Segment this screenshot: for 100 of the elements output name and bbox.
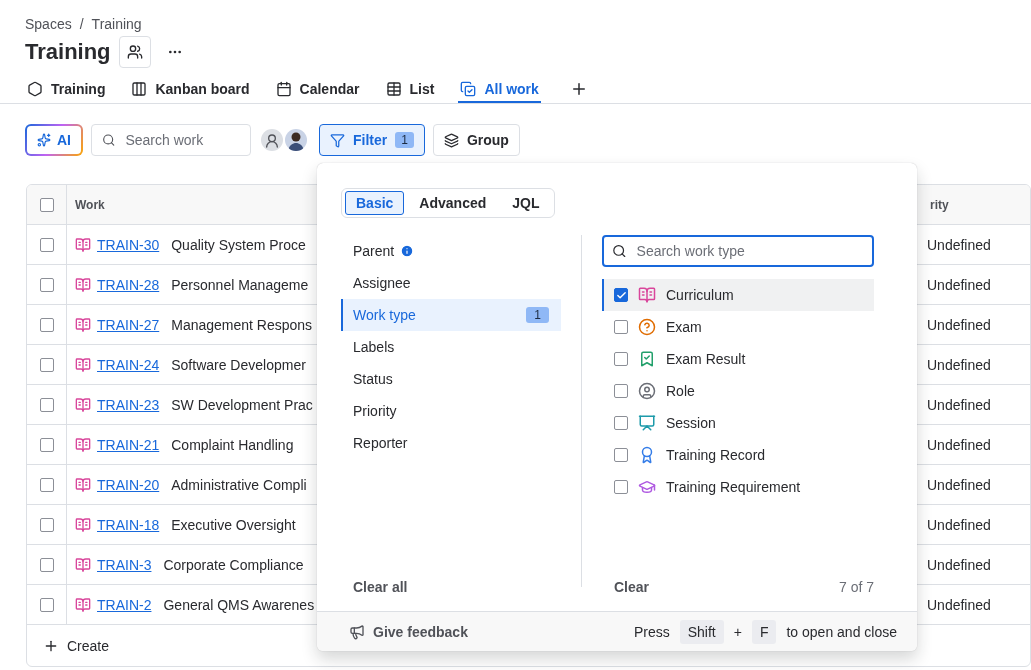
question-icon [638,318,656,336]
checkbox[interactable] [614,288,628,302]
checkbox[interactable] [39,397,54,412]
mode-tab[interactable]: Basic [345,191,405,215]
priority-cell-text: Undefined [926,476,991,493]
view-tab[interactable]: List [383,76,437,103]
work-key-link[interactable]: TRAIN-18 [97,516,160,533]
work-key-link[interactable]: TRAIN-28 [97,276,160,293]
priority-cell-text: Undefined [926,356,991,373]
bookmark-icon [638,350,656,368]
filter-field-item[interactable]: Work type 1 [341,299,561,331]
book-icon [75,476,91,493]
book-icon [75,436,91,453]
work-key-link[interactable]: TRAIN-23 [97,396,160,413]
view-tab[interactable]: Kanban board [129,76,252,103]
work-type-search-field[interactable]: Search work type [634,242,864,260]
filter-field-item[interactable]: Priority [341,395,561,427]
work-type-option[interactable]: Session [602,407,874,439]
create-button[interactable]: Create [27,625,126,666]
user-circle-icon [638,382,656,400]
clear-all-button[interactable]: Clear all [341,575,420,599]
presentation-icon [638,414,656,432]
checkbox[interactable] [39,477,54,492]
checkbox[interactable] [39,317,54,332]
filter-field-item[interactable]: Reporter [341,427,561,459]
ai-button[interactable]: AI [25,124,83,156]
column-header[interactable]: rity [920,197,949,212]
filter-field-item[interactable]: Status [341,363,561,395]
page-title: Training [25,39,111,65]
view-tab[interactable]: All work [458,76,541,103]
group-button[interactable]: Group [432,124,520,156]
clear-button[interactable]: Clear [602,575,662,599]
filter-field-item[interactable]: Parent [341,235,561,267]
work-type-option[interactable]: Curriculum [602,279,874,311]
work-summary: SW Development Prac [171,396,313,413]
work-key-link[interactable]: TRAIN-24 [97,356,160,373]
checkbox[interactable] [614,352,628,366]
breadcrumb-separator: / [79,15,84,33]
work-summary: Complaint Handling [171,436,294,453]
checkbox[interactable] [39,437,54,452]
work-key-link[interactable]: TRAIN-2 [97,596,152,613]
priority-cell-text: Undefined [926,596,991,613]
work-summary: Corporate Compliance [163,556,304,573]
column-header[interactable]: Work [75,197,105,212]
priority-cell-text: Undefined [926,316,991,333]
work-key-link[interactable]: TRAIN-3 [97,556,152,573]
count-badge: 1 [526,307,549,323]
give-feedback-button[interactable]: Give feedback [349,623,468,640]
book-icon [75,356,91,373]
search-box[interactable]: Search work [91,124,251,156]
columns-icon [131,80,148,97]
work-type-option[interactable]: Exam Result [602,343,874,375]
priority-cell-text: Undefined [926,396,991,413]
keyboard-key: F [751,619,777,644]
work-type-option[interactable]: Role [602,375,874,407]
checkbox[interactable] [39,557,54,572]
filter-button[interactable]: Filter 1 [319,124,425,156]
user-avatar[interactable] [285,129,307,151]
work-key-link[interactable]: TRAIN-20 [97,476,160,493]
key-joiner: + [733,623,742,640]
priority-cell-text: Undefined [926,236,991,253]
checkbox[interactable] [39,517,54,532]
checkbox[interactable] [614,320,628,334]
checkbox[interactable] [39,597,54,612]
work-type-option[interactable]: Training Requirement [602,471,874,503]
unassigned-avatar[interactable] [261,129,283,151]
filter-count: 1 [395,132,414,148]
keyboard-key: Shift [679,619,724,644]
work-type-option[interactable]: Training Record [602,439,874,471]
breadcrumb-link[interactable]: Spaces [25,15,72,33]
checkbox[interactable] [614,448,628,462]
checkbox[interactable] [39,357,54,372]
checkbox[interactable] [614,384,628,398]
book-icon [638,286,656,304]
people-button[interactable] [118,36,151,68]
work-summary: Personnel Manageme [171,276,309,293]
checkbox[interactable] [39,237,54,252]
search-field[interactable]: Search work [123,131,240,149]
work-key-link[interactable]: TRAIN-21 [97,436,160,453]
work-summary: Executive Oversight [171,516,296,533]
checkbox[interactable] [39,197,54,212]
work-type-option[interactable]: Exam [602,311,874,343]
book-icon [75,516,91,533]
breadcrumb-link[interactable]: Training [91,15,142,33]
checkbox[interactable] [614,416,628,430]
filter-field-item[interactable]: Assignee [341,267,561,299]
result-count: 7 of 7 [838,579,874,595]
mode-tab[interactable]: Advanced [408,191,498,215]
layers-icon [443,132,459,148]
search-icon [612,243,627,259]
view-tab[interactable]: Calendar [273,76,362,103]
work-key-link[interactable]: TRAIN-27 [97,316,160,333]
checkbox[interactable] [614,480,628,494]
checkbox[interactable] [39,277,54,292]
view-tab[interactable]: Training [25,76,108,103]
work-type-search-box[interactable]: Search work type [602,235,874,267]
mode-tab[interactable]: JQL [501,191,551,215]
work-key-link[interactable]: TRAIN-30 [97,236,160,253]
filter-field-item[interactable]: Labels [341,331,561,363]
megaphone-icon [349,623,365,640]
